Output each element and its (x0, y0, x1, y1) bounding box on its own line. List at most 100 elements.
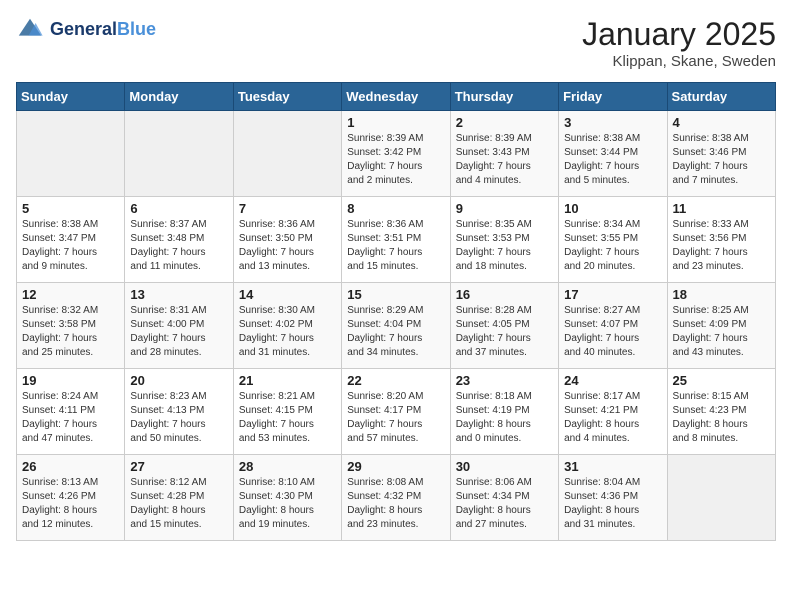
calendar-subtitle: Klippan, Skane, Sweden (582, 53, 776, 70)
calendar-cell: 27 Sunrise: 8:12 AM Sunset: 4:28 PM Dayli… (125, 455, 233, 541)
day-number: 12 (22, 287, 119, 302)
logo-icon (16, 16, 44, 44)
calendar-cell: 26 Sunrise: 8:13 AM Sunset: 4:26 PM Dayli… (17, 455, 125, 541)
weekday-sunday: Sunday (17, 83, 125, 111)
calendar-cell (233, 111, 341, 197)
calendar-cell: 25 Sunrise: 8:15 AM Sunset: 4:23 PM Dayli… (667, 369, 775, 455)
day-info: Sunrise: 8:25 AM Sunset: 4:09 PM Dayligh… (673, 304, 770, 360)
calendar-cell (125, 111, 233, 197)
week-row-4: 19Sunrise: 8:24 AM Sunset: 4:11 PM Dayli… (17, 369, 776, 455)
day-number: 17 (564, 287, 661, 302)
logo: GeneralBlue (16, 16, 156, 44)
calendar-cell: 1 Sunrise: 8:39 AM Sunset: 3:42 PM Daylig… (342, 111, 450, 197)
week-row-5: 26 Sunrise: 8:13 AM Sunset: 4:26 PM Dayli… (17, 455, 776, 541)
day-info: Sunrise: 8:18 AM Sunset: 4:19 PM Dayligh… (456, 390, 553, 446)
day-number: 6 (130, 201, 227, 216)
day-info: Sunrise: 8:32 AM Sunset: 3:58 PM Dayligh… (22, 304, 119, 360)
calendar-cell: 19Sunrise: 8:24 AM Sunset: 4:11 PM Dayli… (17, 369, 125, 455)
calendar-cell: 24 Sunrise: 8:17 AM Sunset: 4:21 PM Dayli… (559, 369, 667, 455)
calendar-cell: 28Sunrise: 8:10 AM Sunset: 4:30 PM Dayli… (233, 455, 341, 541)
calendar-title: January 2025 (582, 16, 776, 53)
day-number: 18 (673, 287, 770, 302)
weekday-thursday: Thursday (450, 83, 558, 111)
calendar-cell: 3 Sunrise: 8:38 AM Sunset: 3:44 PM Daylig… (559, 111, 667, 197)
day-number: 13 (130, 287, 227, 302)
day-number: 1 (347, 115, 444, 130)
day-info: Sunrise: 8:39 AM Sunset: 3:43 PM Dayligh… (456, 132, 553, 188)
day-info: Sunrise: 8:33 AM Sunset: 3:56 PM Dayligh… (673, 218, 770, 274)
day-info: Sunrise: 8:23 AM Sunset: 4:13 PM Dayligh… (130, 390, 227, 446)
day-info: Sunrise: 8:17 AM Sunset: 4:21 PM Dayligh… (564, 390, 661, 446)
calendar-cell: 4 Sunrise: 8:38 AM Sunset: 3:46 PM Daylig… (667, 111, 775, 197)
day-info: Sunrise: 8:37 AM Sunset: 3:48 PM Dayligh… (130, 218, 227, 274)
day-number: 31 (564, 459, 661, 474)
calendar-cell: 15 Sunrise: 8:29 AM Sunset: 4:04 PM Dayli… (342, 283, 450, 369)
day-info: Sunrise: 8:06 AM Sunset: 4:34 PM Dayligh… (456, 476, 553, 532)
day-info: Sunrise: 8:36 AM Sunset: 3:51 PM Dayligh… (347, 218, 444, 274)
day-info: Sunrise: 8:39 AM Sunset: 3:42 PM Dayligh… (347, 132, 444, 188)
day-info: Sunrise: 8:35 AM Sunset: 3:53 PM Dayligh… (456, 218, 553, 274)
calendar-cell: 20 Sunrise: 8:23 AM Sunset: 4:13 PM Dayli… (125, 369, 233, 455)
calendar-cell: 6 Sunrise: 8:37 AM Sunset: 3:48 PM Daylig… (125, 197, 233, 283)
day-number: 24 (564, 373, 661, 388)
calendar-cell: 18 Sunrise: 8:25 AM Sunset: 4:09 PM Dayli… (667, 283, 775, 369)
week-row-3: 12 Sunrise: 8:32 AM Sunset: 3:58 PM Dayli… (17, 283, 776, 369)
day-number: 22 (347, 373, 444, 388)
day-number: 5 (22, 201, 119, 216)
day-number: 3 (564, 115, 661, 130)
calendar-cell: 13Sunrise: 8:31 AM Sunset: 4:00 PM Dayli… (125, 283, 233, 369)
calendar-cell: 8 Sunrise: 8:36 AM Sunset: 3:51 PM Daylig… (342, 197, 450, 283)
calendar-cell: 2 Sunrise: 8:39 AM Sunset: 3:43 PM Daylig… (450, 111, 558, 197)
calendar-cell (17, 111, 125, 197)
day-info: Sunrise: 8:04 AM Sunset: 4:36 PM Dayligh… (564, 476, 661, 532)
calendar-cell: 7Sunrise: 8:36 AM Sunset: 3:50 PM Daylig… (233, 197, 341, 283)
weekday-wednesday: Wednesday (342, 83, 450, 111)
day-number: 28 (239, 459, 336, 474)
calendar-cell: 11Sunrise: 8:33 AM Sunset: 3:56 PM Dayli… (667, 197, 775, 283)
day-number: 14 (239, 287, 336, 302)
calendar-cell: 21 Sunrise: 8:21 AM Sunset: 4:15 PM Dayli… (233, 369, 341, 455)
calendar-cell: 12 Sunrise: 8:32 AM Sunset: 3:58 PM Dayli… (17, 283, 125, 369)
day-info: Sunrise: 8:20 AM Sunset: 4:17 PM Dayligh… (347, 390, 444, 446)
day-info: Sunrise: 8:38 AM Sunset: 3:47 PM Dayligh… (22, 218, 119, 274)
day-number: 8 (347, 201, 444, 216)
day-number: 4 (673, 115, 770, 130)
day-number: 25 (673, 373, 770, 388)
day-info: Sunrise: 8:34 AM Sunset: 3:55 PM Dayligh… (564, 218, 661, 274)
calendar-cell (667, 455, 775, 541)
day-info: Sunrise: 8:29 AM Sunset: 4:04 PM Dayligh… (347, 304, 444, 360)
day-number: 19 (22, 373, 119, 388)
day-info: Sunrise: 8:38 AM Sunset: 3:44 PM Dayligh… (564, 132, 661, 188)
day-number: 27 (130, 459, 227, 474)
calendar-cell: 31 Sunrise: 8:04 AM Sunset: 4:36 PM Dayli… (559, 455, 667, 541)
day-info: Sunrise: 8:15 AM Sunset: 4:23 PM Dayligh… (673, 390, 770, 446)
day-number: 23 (456, 373, 553, 388)
calendar-body: 1 Sunrise: 8:39 AM Sunset: 3:42 PM Daylig… (17, 111, 776, 541)
day-number: 20 (130, 373, 227, 388)
week-row-1: 1 Sunrise: 8:39 AM Sunset: 3:42 PM Daylig… (17, 111, 776, 197)
calendar-cell: 9 Sunrise: 8:35 AM Sunset: 3:53 PM Daylig… (450, 197, 558, 283)
calendar-cell: 10 Sunrise: 8:34 AM Sunset: 3:55 PM Dayli… (559, 197, 667, 283)
week-row-2: 5 Sunrise: 8:38 AM Sunset: 3:47 PM Daylig… (17, 197, 776, 283)
weekday-monday: Monday (125, 83, 233, 111)
day-info: Sunrise: 8:12 AM Sunset: 4:28 PM Dayligh… (130, 476, 227, 532)
calendar-cell: 29Sunrise: 8:08 AM Sunset: 4:32 PM Dayli… (342, 455, 450, 541)
calendar-cell: 23 Sunrise: 8:18 AM Sunset: 4:19 PM Dayli… (450, 369, 558, 455)
day-info: Sunrise: 8:38 AM Sunset: 3:46 PM Dayligh… (673, 132, 770, 188)
day-info: Sunrise: 8:36 AM Sunset: 3:50 PM Dayligh… (239, 218, 336, 274)
day-info: Sunrise: 8:27 AM Sunset: 4:07 PM Dayligh… (564, 304, 661, 360)
calendar-cell: 22 Sunrise: 8:20 AM Sunset: 4:17 PM Dayli… (342, 369, 450, 455)
day-number: 29 (347, 459, 444, 474)
day-number: 10 (564, 201, 661, 216)
calendar-cell: 17 Sunrise: 8:27 AM Sunset: 4:07 PM Dayli… (559, 283, 667, 369)
title-block: January 2025 Klippan, Skane, Sweden (582, 16, 776, 70)
day-number: 26 (22, 459, 119, 474)
weekday-saturday: Saturday (667, 83, 775, 111)
day-number: 9 (456, 201, 553, 216)
day-info: Sunrise: 8:13 AM Sunset: 4:26 PM Dayligh… (22, 476, 119, 532)
day-number: 2 (456, 115, 553, 130)
day-number: 15 (347, 287, 444, 302)
day-info: Sunrise: 8:21 AM Sunset: 4:15 PM Dayligh… (239, 390, 336, 446)
day-number: 21 (239, 373, 336, 388)
day-info: Sunrise: 8:28 AM Sunset: 4:05 PM Dayligh… (456, 304, 553, 360)
